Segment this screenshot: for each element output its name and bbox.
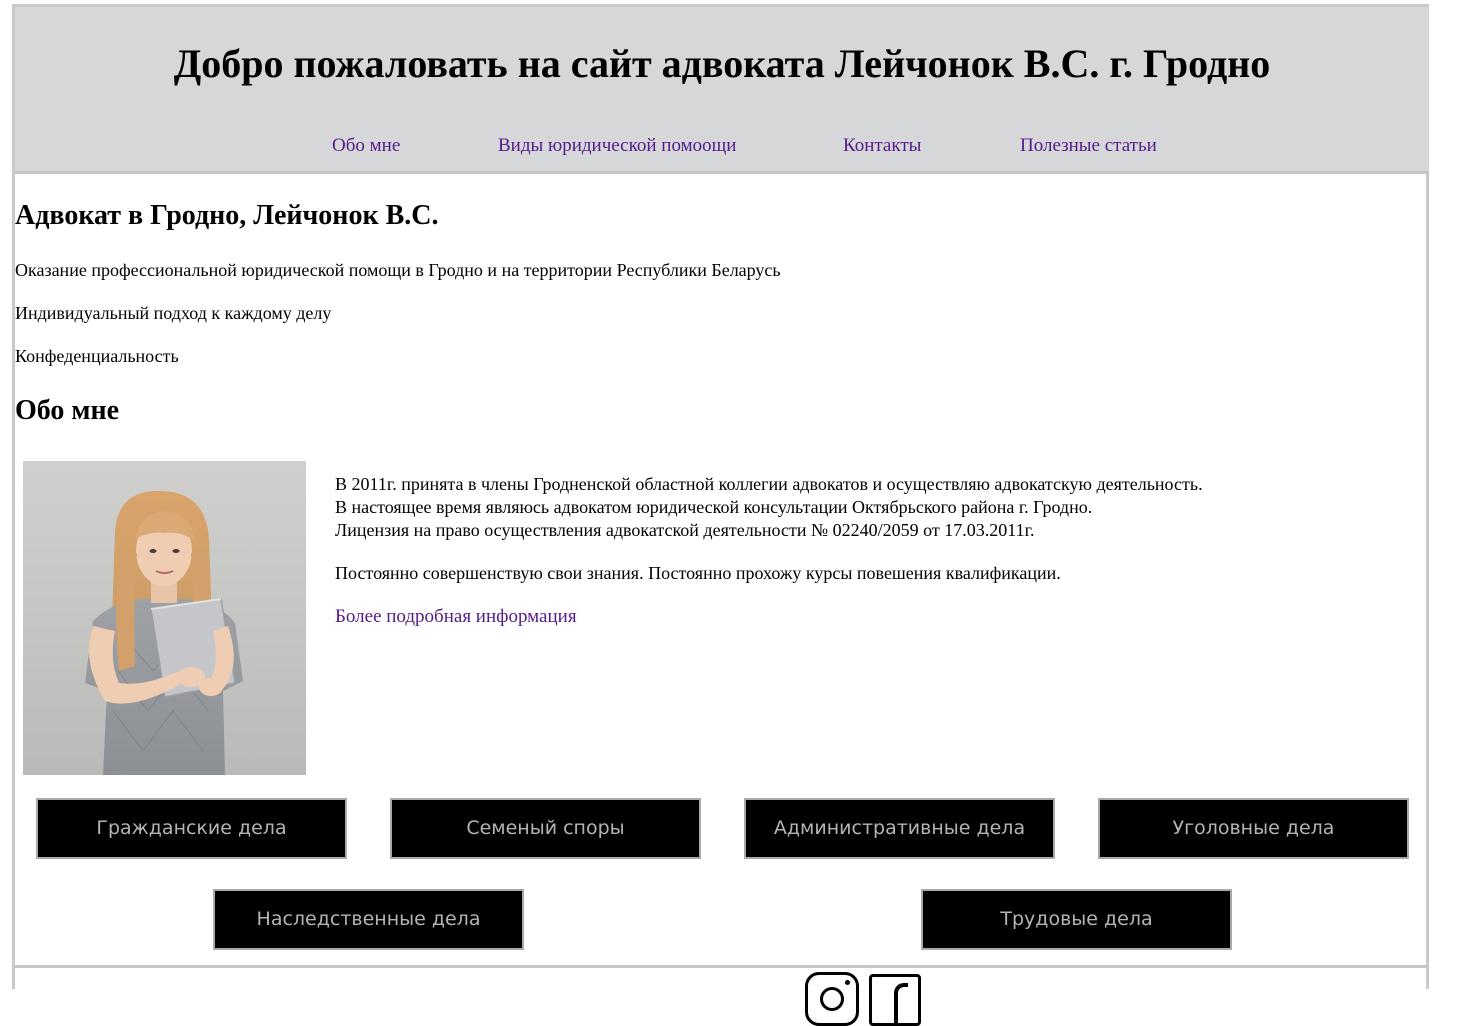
main-heading: Адвокат в Гродно, Лейчонок В.С. — [15, 200, 439, 231]
instagram-dot-shape — [845, 980, 850, 985]
nav-link-contacts[interactable]: Контакты — [843, 134, 921, 158]
bio-line-membership: В 2011г. принята в члены Гродненской обл… — [335, 474, 1203, 494]
case-button-labor[interactable]: Трудовые дела — [921, 889, 1232, 950]
point-confidential: Конфеденциальность — [15, 346, 179, 366]
facebook-letter-shape — [894, 983, 908, 1023]
case-button-inheritance[interactable]: Наследственные дела — [213, 889, 524, 950]
nav-link-about[interactable]: Обо мне — [332, 134, 400, 158]
nav-link-articles[interactable]: Полезные статьи — [1020, 134, 1157, 158]
lawyer-photo — [23, 461, 306, 775]
point-individual: Индивидуальный подход к каждому делу — [15, 303, 332, 323]
site-header: Добро пожаловать на сайт адвоката Лейчон… — [15, 7, 1429, 174]
bio-line-license: Лицензия на право осуществления адвокатс… — [335, 520, 1035, 540]
case-button-civil[interactable]: Гражданские дела — [36, 798, 347, 859]
facebook-icon[interactable] — [869, 974, 921, 1026]
footer-divider — [15, 965, 1429, 968]
case-button-criminal[interactable]: Уголовные дела — [1098, 798, 1409, 859]
point-professional: Оказание профессиональной юридической по… — [15, 260, 781, 280]
case-button-administrative[interactable]: Административные дела — [744, 798, 1055, 859]
main-nav: Обо мне Виды юридической помоощи Контакт… — [15, 134, 1429, 160]
about-heading: Обо мне — [15, 395, 120, 426]
more-info-link[interactable]: Более подробная информация — [335, 605, 577, 628]
case-button-family[interactable]: Семеный споры — [390, 798, 701, 859]
bio-line-current-position: В настоящее время являюсь адвокатом юрид… — [335, 497, 1093, 517]
site-title: Добро пожаловать на сайт адвоката Лейчон… — [173, 41, 1271, 86]
nav-link-services[interactable]: Виды юридической помоощи — [498, 134, 736, 158]
portrait-illustration — [85, 490, 243, 775]
bio-line-qualification: Постоянно совершенствую свои знания. Пос… — [335, 563, 1061, 583]
instagram-icon[interactable] — [805, 972, 859, 1026]
